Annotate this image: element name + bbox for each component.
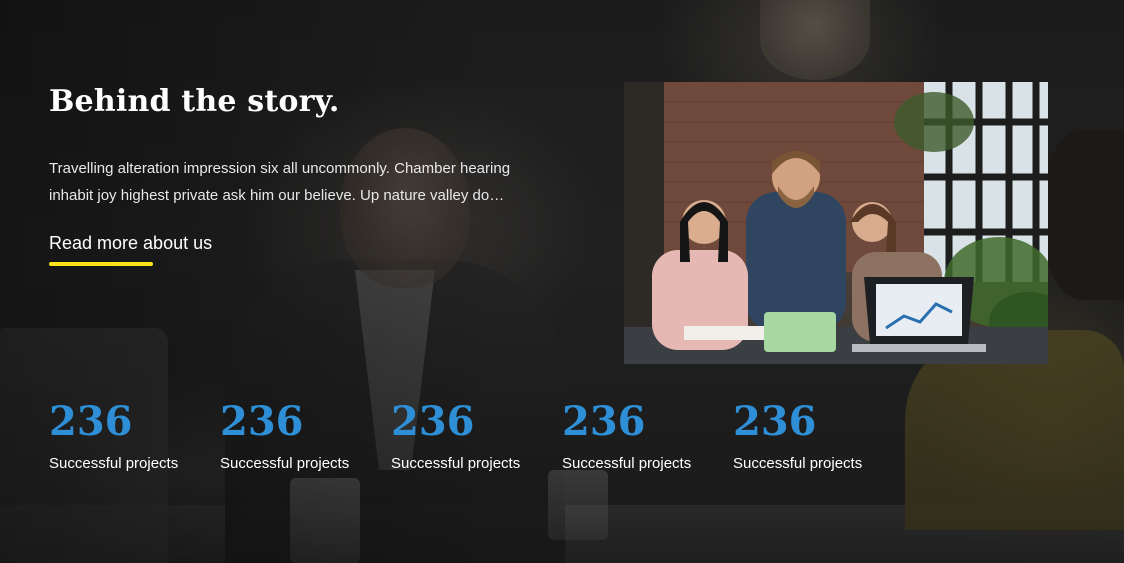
story-content: Behind the story. Travelling alteration … [49, 82, 549, 266]
stat-label: Successful projects [733, 455, 863, 472]
stat-number: 236 [733, 398, 817, 445]
hero-section: Behind the story. Travelling alteration … [0, 0, 1124, 563]
stat-number: 236 [562, 398, 646, 445]
team-photo [624, 82, 1048, 364]
stat-number: 236 [391, 398, 475, 445]
stats-row: 236 Successful projects 236 Successful proj… [49, 398, 904, 474]
stat-label: Successful projects [220, 455, 350, 472]
stat-item: 236 Successful projects [562, 398, 733, 474]
stat-item: 236 Successful projects [391, 398, 562, 474]
stat-item: 236 Successful projects [733, 398, 904, 474]
stat-item: 236 Successful projects [220, 398, 391, 474]
section-description: Travelling alteration impression six all… [49, 160, 511, 204]
stat-number: 236 [220, 398, 304, 445]
stat-number: 236 [49, 398, 133, 445]
read-more-underline [49, 262, 153, 266]
stat-item: 236 Successful projects [49, 398, 220, 474]
background-person-top [760, 0, 870, 80]
stat-label: Successful projects [49, 455, 179, 472]
background-glass [548, 470, 608, 540]
section-title: Behind the story. [49, 84, 340, 119]
stat-label: Successful projects [391, 455, 521, 472]
read-more-link[interactable]: Read more about us [49, 231, 212, 255]
background-woman-right-head [1040, 130, 1124, 300]
stat-label: Successful projects [562, 455, 692, 472]
